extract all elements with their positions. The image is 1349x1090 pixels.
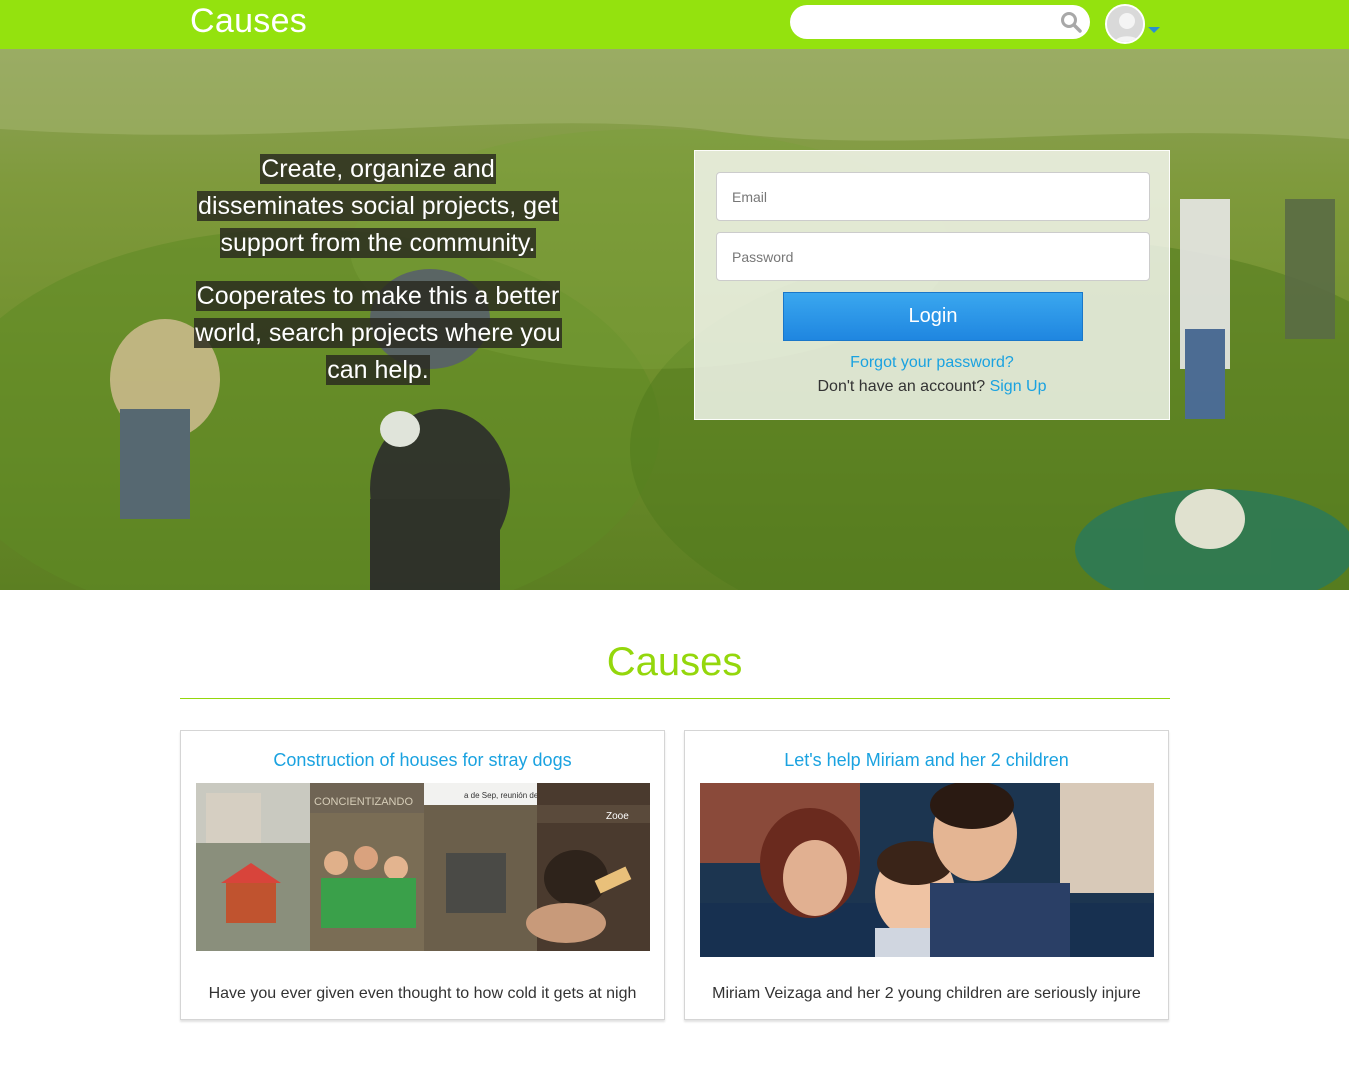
image-caption-concientizando: CONCIENTIZANDO <box>314 796 413 808</box>
brand-logo[interactable]: Causes <box>190 2 307 41</box>
login-panel: Login Forgot your password? Don't have a… <box>694 150 1170 420</box>
section-title: Causes <box>606 640 743 684</box>
signup-link[interactable]: Sign Up <box>990 378 1047 395</box>
cause-card-description: Miriam Veizaga and her 2 young children … <box>712 985 1141 1002</box>
login-button[interactable]: Login <box>783 292 1083 341</box>
search-box <box>790 5 1090 39</box>
cause-card-description: Have you ever given even thought to how … <box>208 985 637 1002</box>
cause-card[interactable]: Let's help Miriam and her 2 children Mir… <box>684 730 1169 1020</box>
cause-card-title[interactable]: Let's help Miriam and her 2 children <box>685 750 1168 771</box>
chevron-down-icon[interactable] <box>1148 27 1160 33</box>
image-logo-zooe: Zooe <box>606 811 629 822</box>
signup-prompt: Don't have an account? Sign Up <box>695 378 1169 396</box>
email-field-wrapper <box>716 172 1150 221</box>
search-icon[interactable] <box>1060 11 1082 33</box>
cause-card-title[interactable]: Construction of houses for stray dogs <box>181 750 664 771</box>
top-navbar: Causes <box>0 0 1349 49</box>
cause-card-image[interactable]: CONCIENTIZANDO a de Sep, reunión de nuev… <box>196 783 650 951</box>
password-field-wrapper <box>716 232 1150 281</box>
section-divider <box>180 698 1170 699</box>
hero-tagline-primary: Create, organize and disseminates social… <box>188 151 568 262</box>
no-account-text: Don't have an account? <box>817 378 986 395</box>
cause-card-image[interactable] <box>700 783 1154 957</box>
password-field[interactable] <box>717 233 1149 280</box>
cause-card[interactable]: Construction of houses for stray dogs CO… <box>180 730 665 1020</box>
hero-banner: Create, organize and disseminates social… <box>0 49 1349 590</box>
user-avatar[interactable] <box>1105 4 1145 44</box>
forgot-password-link[interactable]: Forgot your password? <box>695 354 1169 372</box>
hero-tagline-secondary: Cooperates to make this a better world, … <box>188 278 568 389</box>
search-input[interactable] <box>804 11 1054 33</box>
email-field[interactable] <box>717 173 1149 220</box>
user-silhouette-icon <box>1107 6 1143 42</box>
tagline-text: Cooperates to make this a better world, … <box>194 281 562 385</box>
tagline-text: Create, organize and disseminates social… <box>197 154 559 258</box>
